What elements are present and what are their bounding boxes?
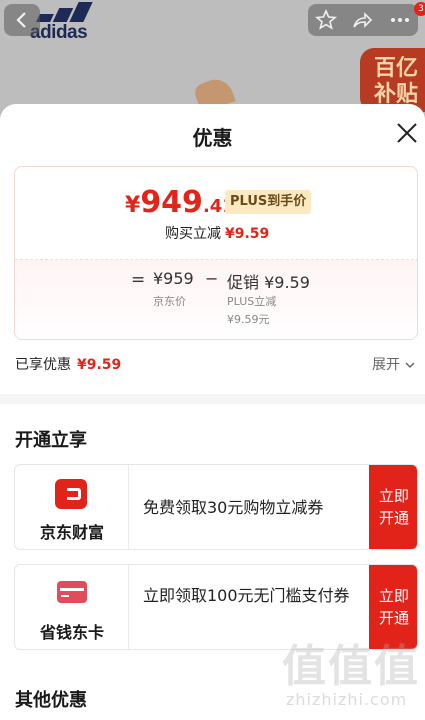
plus-price-tag: PLUS到手价 bbox=[225, 190, 312, 214]
cta-line: 开通 bbox=[378, 509, 409, 527]
cta-line: 立即 bbox=[378, 587, 409, 605]
minus-sign: − bbox=[205, 269, 219, 288]
offer-name: 京东财富 bbox=[39, 523, 104, 542]
offer-description: 免费领取30元购物立减券 bbox=[143, 498, 324, 517]
offer-description: 立即领取100元无门槛支付券 bbox=[143, 586, 350, 605]
sheet-title: 优惠 bbox=[192, 126, 233, 150]
site-watermark: 值值值 zhizhizhi.com bbox=[282, 630, 425, 720]
buy-save-line: 购买立减 ¥9.59 bbox=[165, 223, 269, 243]
price-card: ¥949.41 PLUS到手价 购买立减 ¥9.59 = ¥959 京东价 − 促… bbox=[14, 166, 418, 340]
back-button[interactable] bbox=[4, 4, 40, 36]
chevron-down-icon bbox=[405, 362, 415, 369]
expand-button[interactable]: 展开 bbox=[372, 354, 416, 374]
cta-line: 立即 bbox=[378, 487, 409, 505]
other-section-title: 其他优惠 bbox=[15, 690, 87, 711]
cta-line: 开通 bbox=[378, 609, 409, 627]
offer-brand-area: 省钱东卡 bbox=[15, 565, 129, 649]
promo-badge-text: 百亿补贴 bbox=[374, 56, 419, 107]
enjoyed-discount: 已享优惠 ¥9.59 bbox=[15, 354, 121, 374]
jd-price-label: 京东价 bbox=[153, 295, 186, 308]
watermark-logo-icon: 值值值 bbox=[282, 641, 420, 692]
plus-discount-label: PLUS立减 bbox=[227, 295, 277, 308]
top-action-bar bbox=[308, 4, 418, 36]
credit-card-icon bbox=[57, 581, 87, 603]
buy-save-value: ¥9.59 bbox=[225, 226, 270, 242]
plus-discount-value: ¥9.59元 bbox=[227, 313, 270, 326]
expand-label: 展开 bbox=[372, 357, 400, 373]
discount-sheet: 优惠 ¥949.41 PLUS到手价 购买立减 ¥9.59 = ¥959 京东价 … bbox=[0, 104, 425, 720]
adidas-logo-icon bbox=[32, 0, 94, 22]
open-section-title: 开通立享 bbox=[15, 430, 87, 451]
star-icon[interactable] bbox=[314, 8, 338, 32]
currency-symbol: ¥ bbox=[125, 193, 141, 218]
watermark-text: zhizhizhi.com bbox=[286, 690, 408, 709]
promo-badge[interactable]: 百亿补贴 bbox=[360, 48, 425, 112]
share-icon[interactable] bbox=[350, 8, 374, 32]
enjoyed-value: ¥9.59 bbox=[77, 357, 122, 373]
buy-save-label: 购买立减 bbox=[165, 226, 221, 242]
price-integer: 949 bbox=[140, 185, 203, 220]
close-icon[interactable] bbox=[394, 120, 420, 146]
offer-brand-area: 京东财富 bbox=[15, 465, 129, 549]
final-price: ¥949.41 bbox=[125, 185, 235, 220]
more-icon[interactable] bbox=[388, 8, 412, 32]
equals-sign: = bbox=[131, 270, 146, 290]
open-now-button[interactable]: 立即 开通 bbox=[369, 465, 417, 549]
chevron-left-icon bbox=[16, 12, 26, 28]
enjoyed-label: 已享优惠 bbox=[15, 357, 71, 373]
notification-badge: 3 bbox=[414, 2, 425, 16]
wallet-icon bbox=[55, 479, 87, 509]
jd-price: ¥959 bbox=[153, 269, 194, 288]
promo-value: 促销 ¥9.59 bbox=[227, 273, 310, 292]
section-divider bbox=[0, 394, 425, 404]
offer-name: 省钱东卡 bbox=[39, 623, 104, 642]
offer-card-jd-finance[interactable]: 京东财富 免费领取30元购物立减券 立即 开通 bbox=[14, 464, 418, 550]
